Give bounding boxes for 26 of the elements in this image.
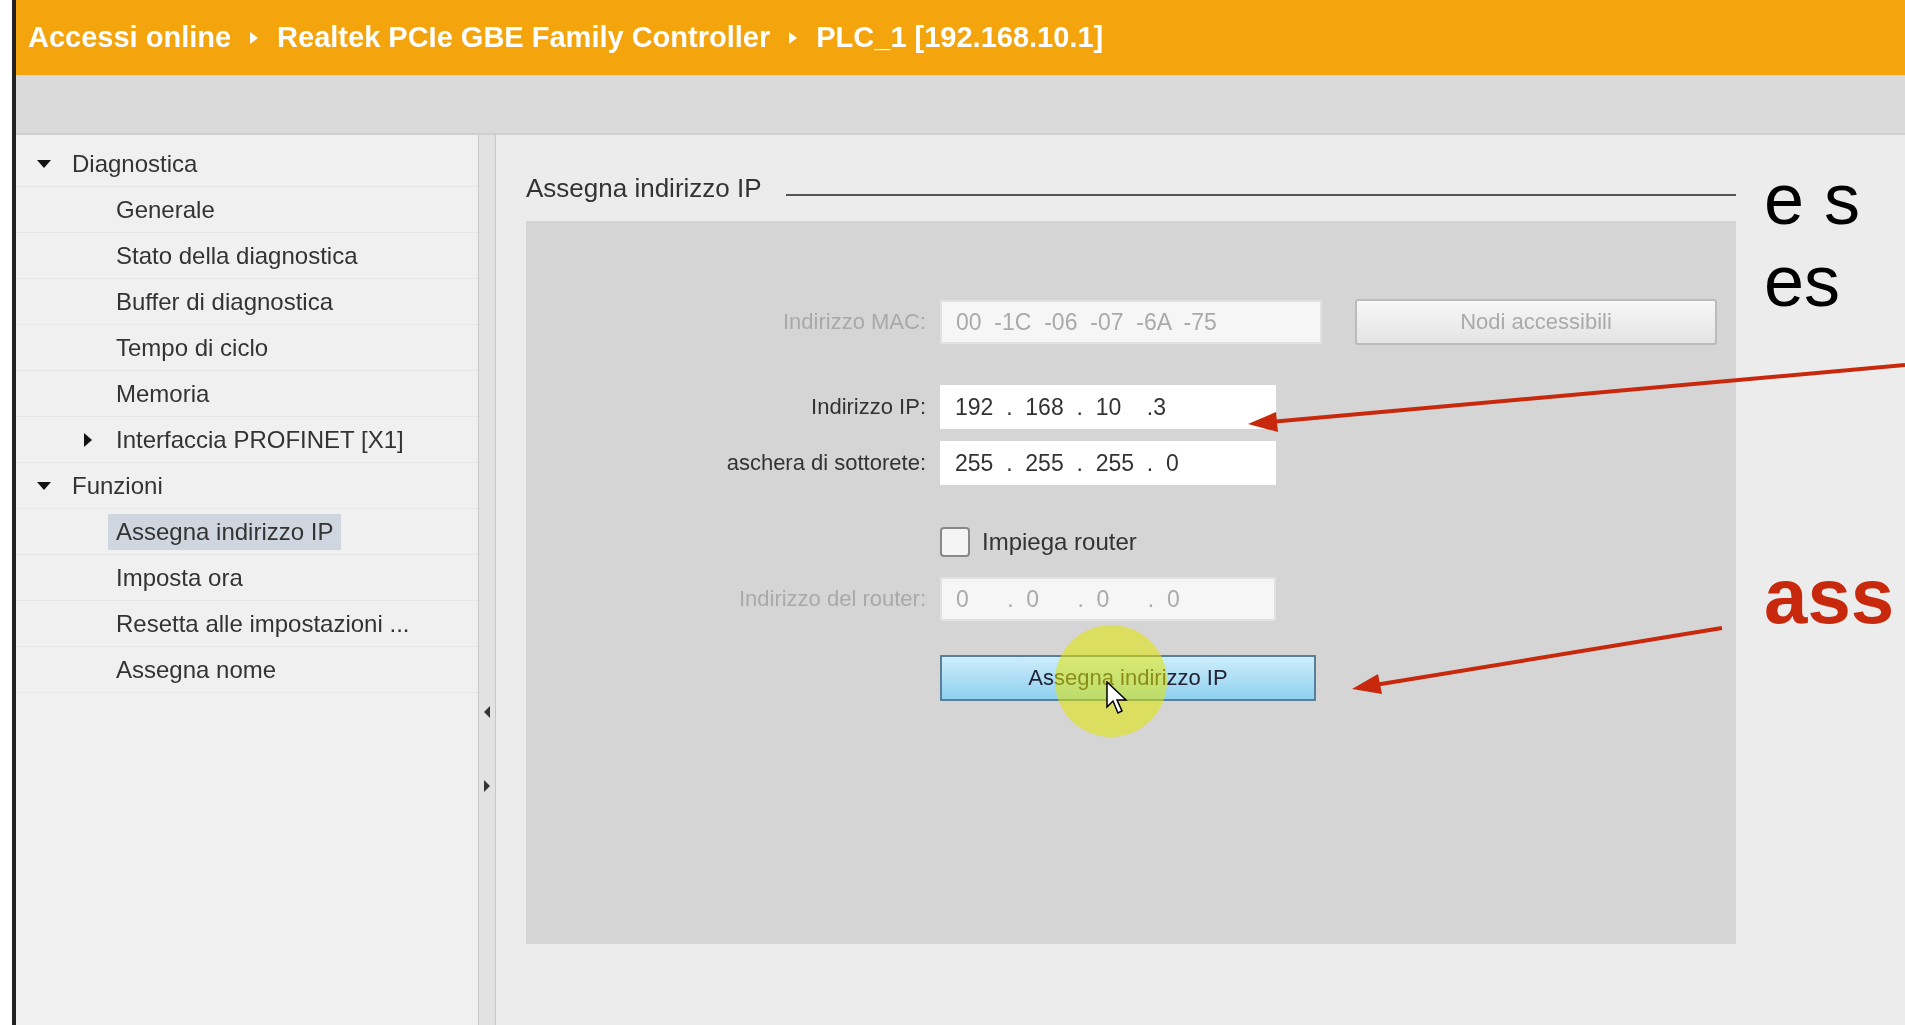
chevron-icon xyxy=(249,30,260,45)
annotation-text: ass xyxy=(1764,557,1896,635)
tree-item[interactable]: Memoria xyxy=(108,375,218,412)
tree-item[interactable]: Diagnostica xyxy=(64,145,206,182)
annotation-text: e s xyxy=(1764,163,1862,235)
annotation-text: es xyxy=(1764,245,1842,317)
tree-item[interactable]: Funzioni xyxy=(64,467,171,504)
expand-right-icon[interactable] xyxy=(483,779,491,793)
tree-item[interactable]: Tempo di ciclo xyxy=(108,329,277,366)
input-field[interactable]: 255 . 255 . 255 . 0 xyxy=(940,441,1276,485)
checkbox[interactable] xyxy=(940,527,970,557)
tree-item[interactable]: Generale xyxy=(108,191,223,228)
tree-item[interactable]: Resetta alle impostazioni ... xyxy=(108,605,418,642)
field-label: aschera di sottorete: xyxy=(726,450,926,476)
tree-item[interactable]: Buffer di diagnostica xyxy=(108,283,342,320)
input-field[interactable]: 192 . 168 . 10 .3 xyxy=(940,385,1276,429)
field-label: Indirizzo IP: xyxy=(811,394,926,420)
collapse-left-icon[interactable] xyxy=(483,705,491,719)
tree-item[interactable]: Stato della diagnostica xyxy=(108,237,366,274)
tree-item[interactable]: Imposta ora xyxy=(108,559,251,596)
checkbox-label: Impiega router xyxy=(982,528,1137,556)
tree-item[interactable]: Assegna indirizzo IP xyxy=(108,513,342,550)
chevron-icon xyxy=(788,30,799,45)
tree-item[interactable]: Interfaccia PROFINET [X1] xyxy=(108,421,412,458)
tree-item[interactable]: Assegna nome xyxy=(108,651,285,688)
section-title: Assegna indirizzo IP xyxy=(526,172,762,204)
